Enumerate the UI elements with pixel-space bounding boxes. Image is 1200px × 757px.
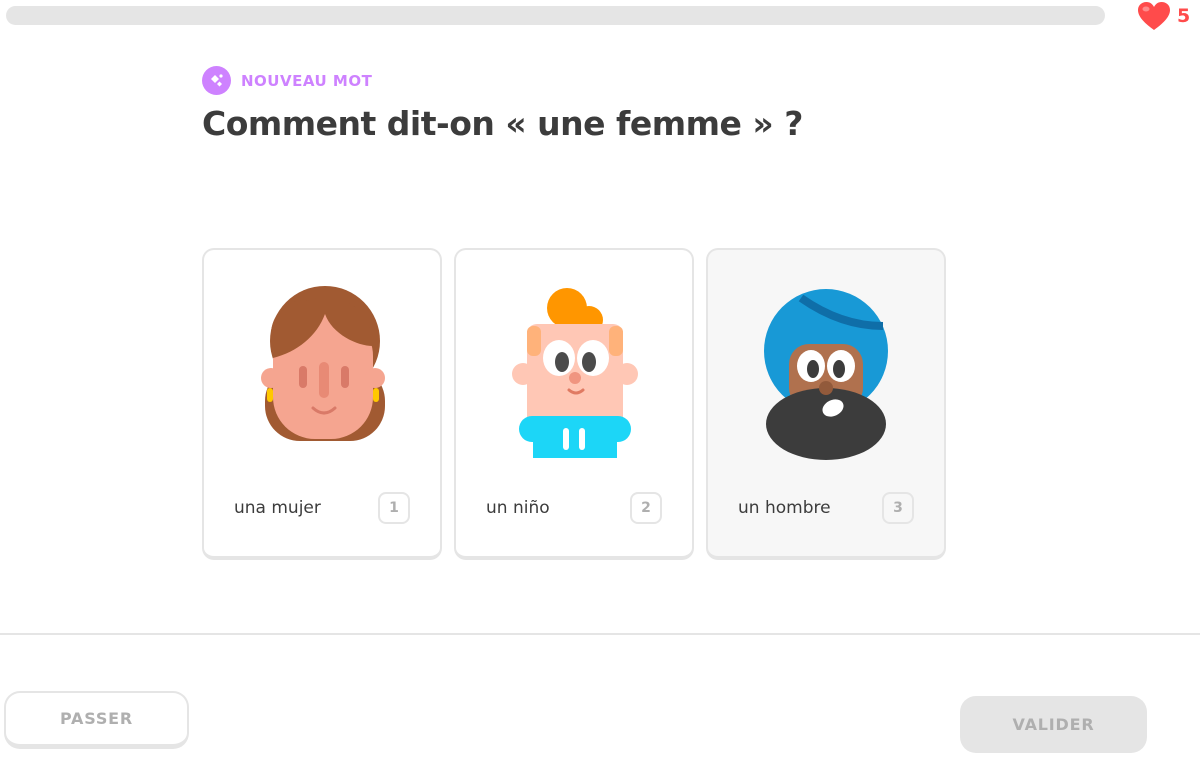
footer-divider: [0, 633, 1200, 635]
hearts-count: 5: [1177, 5, 1191, 27]
lesson-progress-bar: [6, 6, 1105, 25]
choice-key-hint-2: 2: [630, 492, 662, 524]
heart-icon: [1138, 2, 1170, 30]
choice-label-1: una mujer: [234, 498, 321, 518]
choice-key-hint-3: 3: [882, 492, 914, 524]
check-button[interactable]: VALIDER: [960, 696, 1147, 753]
choice-card-1[interactable]: una mujer 1: [202, 248, 442, 560]
choice-key-hint-1: 1: [378, 492, 410, 524]
challenge-tag: NOUVEAU MOT: [202, 66, 372, 95]
hearts-counter: 5: [1137, 1, 1190, 31]
challenge-question: Comment dit-on « une femme » ?: [202, 104, 803, 143]
choice-label-3: un hombre: [738, 498, 831, 518]
skip-button[interactable]: PASSER: [4, 691, 189, 749]
choice-label-2: un niño: [486, 498, 550, 518]
choice-card-3[interactable]: un hombre 3: [706, 248, 946, 560]
man-illustration: [708, 286, 944, 476]
choice-list: una mujer 1 un niño 2 un hombre 3: [202, 248, 946, 560]
woman-illustration: [204, 286, 440, 476]
new-word-icon: [202, 66, 231, 95]
boy-illustration: [456, 286, 692, 476]
challenge-tag-label: NOUVEAU MOT: [241, 71, 373, 90]
choice-card-2[interactable]: un niño 2: [454, 248, 694, 560]
